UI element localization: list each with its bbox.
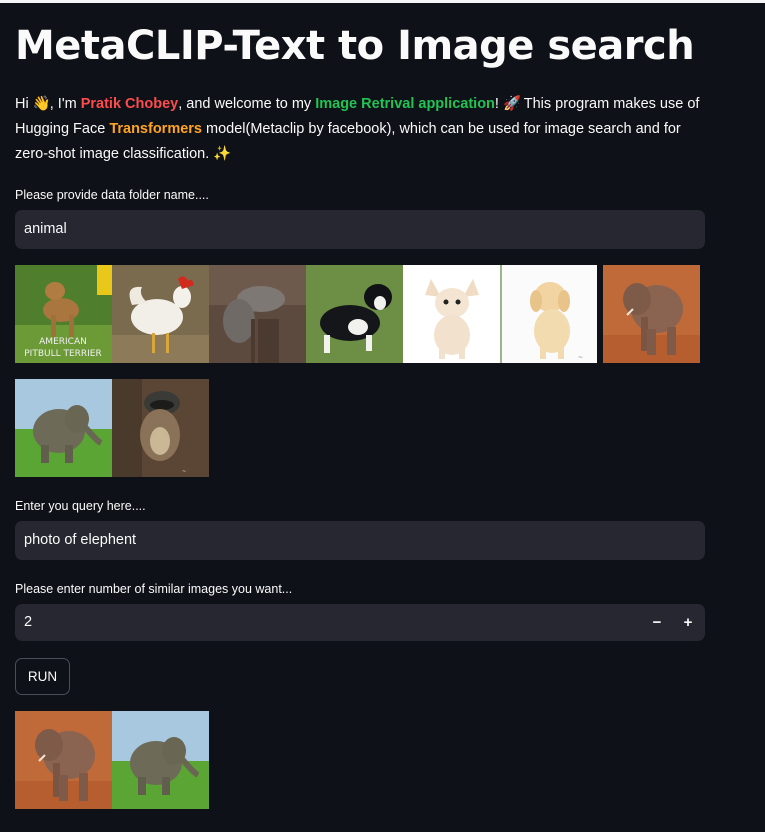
app-frame: MetaCLIP-Text to Image search Hi 👋, I'm … bbox=[0, 0, 765, 832]
folder-label: Please provide data folder name.... bbox=[15, 188, 209, 202]
image-elephant-calf bbox=[15, 379, 112, 477]
count-number-input[interactable]: 2 − + bbox=[15, 604, 705, 641]
rocket-emoji-icon: 🚀 bbox=[502, 96, 522, 112]
image-chihuahua bbox=[403, 265, 500, 363]
squirrel-watermark: ~ bbox=[182, 469, 186, 475]
increment-button[interactable]: + bbox=[674, 604, 702, 641]
query-label: Enter you query here.... bbox=[15, 499, 146, 513]
run-button[interactable]: RUN bbox=[15, 658, 70, 695]
wave-emoji-icon: 👋 bbox=[32, 96, 51, 112]
folder-input-value: animal bbox=[24, 221, 67, 237]
image-border-collie bbox=[306, 265, 403, 363]
image-rooster bbox=[112, 265, 209, 363]
sparkle-emoji-icon: ✨ bbox=[213, 146, 232, 162]
count-label: Please enter number of similar images yo… bbox=[15, 582, 293, 596]
count-input-value: 2 bbox=[24, 614, 33, 630]
transformers-highlight: Transformers bbox=[109, 121, 202, 137]
image-golden-puppy: ~ bbox=[500, 265, 597, 363]
author-name: Pratik Chobey bbox=[80, 96, 179, 112]
app-name: Image Retrival application bbox=[315, 96, 495, 112]
image-squirrel bbox=[209, 265, 306, 363]
image-pitbull: AMERICAN PITBULL TERRIER bbox=[15, 265, 112, 363]
intro-text: Hi 👋, I'm Pratik Chobey, and welcome to … bbox=[15, 92, 715, 167]
folder-input[interactable]: animal bbox=[15, 210, 705, 249]
puppy-signature: ~ bbox=[578, 354, 583, 361]
result-elephant-calf bbox=[112, 711, 209, 809]
page-title: MetaCLIP-Text to Image search bbox=[15, 23, 695, 69]
pitbull-caption-line1: AMERICAN bbox=[39, 337, 87, 347]
image-elephant-adult bbox=[603, 265, 700, 363]
query-input[interactable]: photo of elephent bbox=[15, 521, 705, 560]
intro-hi: Hi bbox=[15, 96, 29, 112]
query-input-value: photo of elephent bbox=[24, 532, 137, 548]
result-elephant-adult bbox=[15, 711, 112, 809]
decrement-button[interactable]: − bbox=[643, 604, 671, 641]
pitbull-caption-line2: PITBULL TERRIER bbox=[24, 349, 102, 359]
image-squirrel-tree: ~ bbox=[112, 379, 209, 477]
